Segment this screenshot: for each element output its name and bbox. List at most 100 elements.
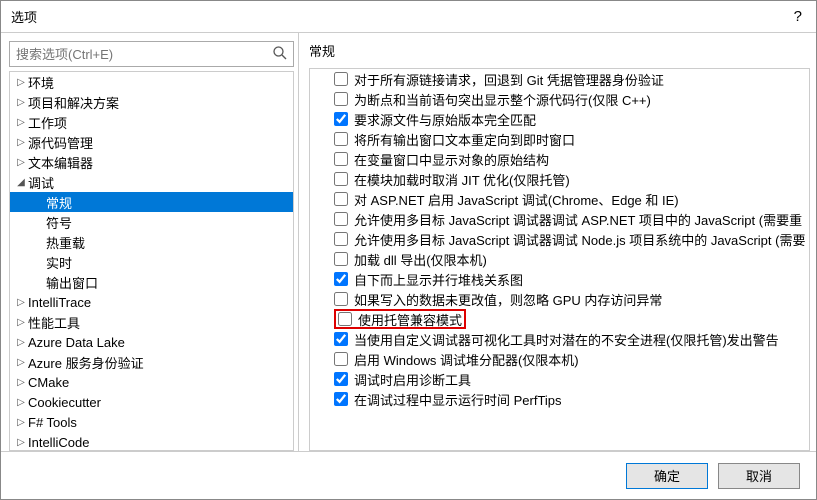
help-icon[interactable]: ?	[790, 8, 806, 25]
tree-item[interactable]: ▷常规	[10, 192, 293, 212]
option-row: 允许使用多目标 JavaScript 调试器调试 Node.js 项目系统中的 …	[310, 229, 809, 249]
option-label: 要求源文件与原始版本完全匹配	[354, 110, 536, 129]
tree-item-label: Cookiecutter	[28, 395, 101, 410]
option-row: 自下而上显示并行堆栈关系图	[310, 269, 809, 289]
tree-item[interactable]: ▷环境	[10, 72, 293, 92]
chevron-right-icon[interactable]: ▷	[14, 437, 28, 448]
right-panel: 常规 对于所有源链接请求，回退到 Git 凭据管理器身份验证为断点和当前语句突出…	[299, 33, 816, 451]
option-checkbox[interactable]	[334, 72, 348, 86]
option-checkbox[interactable]	[334, 92, 348, 106]
tree-item-label: 符号	[46, 213, 72, 232]
tree-item-label: 项目和解决方案	[28, 93, 119, 112]
cancel-button[interactable]: 取消	[718, 463, 800, 489]
highlight-box: 使用托管兼容模式	[334, 309, 466, 329]
option-checkbox[interactable]	[334, 112, 348, 126]
content: ▷环境▷项目和解决方案▷工作项▷源代码管理▷文本编辑器◢调试▷常规▷符号▷热重载…	[1, 33, 816, 451]
tree-item[interactable]: ▷实时	[10, 252, 293, 272]
option-row: 要求源文件与原始版本完全匹配	[310, 109, 809, 129]
option-checkbox[interactable]	[334, 272, 348, 286]
chevron-right-icon[interactable]: ▷	[14, 417, 28, 428]
chevron-right-icon[interactable]: ▷	[14, 357, 28, 368]
chevron-right-icon[interactable]: ▷	[14, 97, 28, 108]
tree-item[interactable]: ▷Cookiecutter	[10, 392, 293, 412]
chevron-right-icon[interactable]: ▷	[14, 397, 28, 408]
tree-item[interactable]: ▷符号	[10, 212, 293, 232]
tree-item[interactable]: ▷性能工具	[10, 312, 293, 332]
options-list[interactable]: 对于所有源链接请求，回退到 Git 凭据管理器身份验证为断点和当前语句突出显示整…	[309, 68, 810, 451]
tree-item-label: 性能工具	[28, 313, 80, 332]
chevron-right-icon[interactable]: ▷	[14, 297, 28, 308]
chevron-right-icon[interactable]: ▷	[14, 117, 28, 128]
window-title: 选项	[11, 7, 790, 26]
option-checkbox[interactable]	[334, 232, 348, 246]
option-checkbox[interactable]	[334, 372, 348, 386]
ok-button[interactable]: 确定	[626, 463, 708, 489]
tree-item-label: 源代码管理	[28, 133, 93, 152]
options-tree[interactable]: ▷环境▷项目和解决方案▷工作项▷源代码管理▷文本编辑器◢调试▷常规▷符号▷热重载…	[9, 71, 294, 451]
chevron-right-icon[interactable]: ▷	[14, 337, 28, 348]
option-checkbox[interactable]	[334, 252, 348, 266]
tree-item[interactable]: ▷Azure 服务身份验证	[10, 352, 293, 372]
option-checkbox[interactable]	[334, 152, 348, 166]
tree-item-label: 环境	[28, 73, 54, 92]
tree-item[interactable]: ▷文本编辑器	[10, 152, 293, 172]
option-checkbox[interactable]	[334, 392, 348, 406]
chevron-right-icon[interactable]: ▷	[14, 77, 28, 88]
option-label: 使用托管兼容模式	[358, 310, 462, 329]
tree-item[interactable]: ▷IntelliTrace	[10, 292, 293, 312]
option-checkbox[interactable]	[334, 352, 348, 366]
option-label: 启用 Windows 调试堆分配器(仅限本机)	[354, 350, 579, 369]
option-label: 加载 dll 导出(仅限本机)	[354, 250, 487, 269]
option-row: 当使用自定义调试器可视化工具时对潜在的不安全进程(仅限托管)发出警告	[310, 329, 809, 349]
option-checkbox[interactable]	[334, 332, 348, 346]
option-row: 加载 dll 导出(仅限本机)	[310, 249, 809, 269]
option-row: 允许使用多目标 JavaScript 调试器调试 ASP.NET 项目中的 Ja…	[310, 209, 809, 229]
option-label: 在变量窗口中显示对象的原始结构	[354, 150, 549, 169]
option-checkbox[interactable]	[334, 172, 348, 186]
option-checkbox[interactable]	[338, 312, 352, 326]
search-input[interactable]	[9, 41, 294, 67]
tree-item[interactable]: ▷IntelliCode	[10, 432, 293, 451]
footer: 确定 取消	[1, 451, 816, 499]
search-wrap	[9, 41, 294, 67]
option-checkbox[interactable]	[334, 192, 348, 206]
option-row: 在调试过程中显示运行时间 PerfTips	[310, 389, 809, 409]
tree-item[interactable]: ▷输出窗口	[10, 272, 293, 292]
chevron-right-icon[interactable]: ▷	[14, 377, 28, 388]
option-row: 使用托管兼容模式	[310, 309, 809, 329]
tree-item[interactable]: ▷源代码管理	[10, 132, 293, 152]
tree-item[interactable]: ◢调试	[10, 172, 293, 192]
option-row: 调试时启用诊断工具	[310, 369, 809, 389]
titlebar: 选项 ?	[1, 1, 816, 33]
tree-item-label: 工作项	[28, 113, 67, 132]
option-row: 将所有输出窗口文本重定向到即时窗口	[310, 129, 809, 149]
tree-item-label: 文本编辑器	[28, 153, 93, 172]
chevron-down-icon[interactable]: ◢	[14, 177, 28, 188]
option-checkbox[interactable]	[334, 292, 348, 306]
tree-item[interactable]: ▷工作项	[10, 112, 293, 132]
option-row: 启用 Windows 调试堆分配器(仅限本机)	[310, 349, 809, 369]
section-label: 常规	[309, 41, 810, 60]
option-label: 对于所有源链接请求，回退到 Git 凭据管理器身份验证	[354, 70, 664, 89]
chevron-right-icon[interactable]: ▷	[14, 137, 28, 148]
option-label: 对 ASP.NET 启用 JavaScript 调试(Chrome、Edge 和…	[354, 190, 679, 209]
tree-item[interactable]: ▷F# Tools	[10, 412, 293, 432]
left-panel: ▷环境▷项目和解决方案▷工作项▷源代码管理▷文本编辑器◢调试▷常规▷符号▷热重载…	[1, 33, 299, 451]
option-row: 为断点和当前语句突出显示整个源代码行(仅限 C++)	[310, 89, 809, 109]
tree-item[interactable]: ▷项目和解决方案	[10, 92, 293, 112]
chevron-right-icon[interactable]: ▷	[14, 317, 28, 328]
option-label: 允许使用多目标 JavaScript 调试器调试 Node.js 项目系统中的 …	[354, 230, 805, 249]
option-label: 在模块加载时取消 JIT 优化(仅限托管)	[354, 170, 570, 189]
chevron-right-icon[interactable]: ▷	[14, 157, 28, 168]
tree-item-label: 常规	[46, 193, 72, 212]
option-label: 在调试过程中显示运行时间 PerfTips	[354, 390, 562, 409]
tree-item[interactable]: ▷CMake	[10, 372, 293, 392]
tree-item[interactable]: ▷Azure Data Lake	[10, 332, 293, 352]
option-checkbox[interactable]	[334, 212, 348, 226]
option-checkbox[interactable]	[334, 132, 348, 146]
option-row: 在模块加载时取消 JIT 优化(仅限托管)	[310, 169, 809, 189]
tree-item-label: F# Tools	[28, 415, 77, 430]
option-label: 当使用自定义调试器可视化工具时对潜在的不安全进程(仅限托管)发出警告	[354, 330, 779, 349]
tree-item[interactable]: ▷热重载	[10, 232, 293, 252]
option-row: 如果写入的数据未更改值，则忽略 GPU 内存访问异常	[310, 289, 809, 309]
